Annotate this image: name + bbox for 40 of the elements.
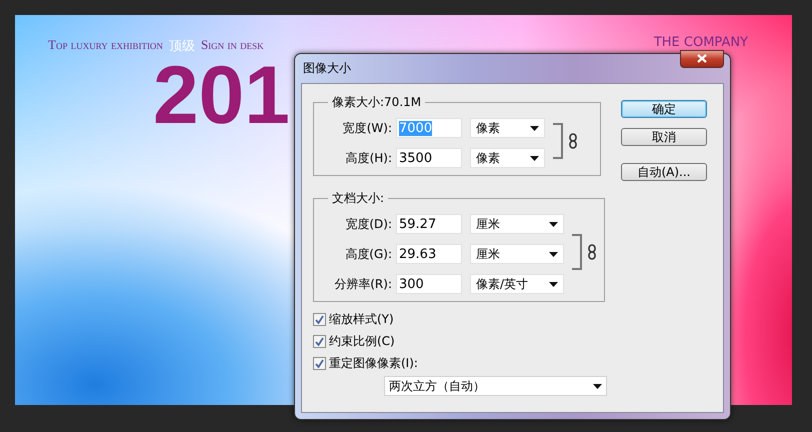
field-label: 宽度(W): xyxy=(342,120,393,136)
field-label: 高度(H): xyxy=(344,150,393,166)
unit-dropdown[interactable]: 像素/英寸 xyxy=(470,274,564,294)
checkbox-label: 约束比例(C) xyxy=(329,333,395,350)
window-title: 图像大小 xyxy=(303,60,351,77)
caret-icon xyxy=(549,222,558,226)
dialog-button[interactable]: 取消 xyxy=(621,128,707,146)
company-name: THE COMPANY xyxy=(654,35,748,50)
value-field[interactable]: 59.27 xyxy=(396,214,462,234)
unit-dropdown[interactable]: 像素 xyxy=(470,118,545,138)
dialog-button[interactable]: 确定 xyxy=(621,100,707,118)
bracket-line xyxy=(572,234,582,270)
close-button[interactable] xyxy=(680,50,724,68)
value-field[interactable]: 3500 xyxy=(396,148,462,168)
bracket-line xyxy=(553,123,563,159)
link-icon xyxy=(569,133,577,149)
group-title: 像素大小:70.1M xyxy=(331,94,422,111)
checkbox-label: 缩放样式(Y) xyxy=(329,311,394,328)
link-icon xyxy=(588,244,596,260)
caret-icon xyxy=(530,126,539,130)
close-icon xyxy=(697,54,707,63)
checkbox[interactable] xyxy=(313,313,326,326)
unit-dropdown[interactable]: 厘米 xyxy=(470,244,564,264)
checkbox[interactable] xyxy=(313,357,326,370)
unit-dropdown[interactable]: 厘米 xyxy=(470,214,564,234)
value-field[interactable]: 300 xyxy=(396,274,462,294)
field-label: 宽度(D): xyxy=(344,216,393,232)
caret-icon xyxy=(530,156,539,160)
group-title: 文档大小: xyxy=(331,190,386,207)
caret-icon xyxy=(549,282,558,286)
caret-icon xyxy=(549,252,558,256)
checkbox[interactable] xyxy=(313,335,326,348)
field-label: 分辨率(R): xyxy=(333,276,393,292)
checkbox-label: 重定图像像素(I): xyxy=(329,355,418,372)
field-label: 高度(G): xyxy=(344,246,393,262)
resample-dropdown[interactable]: 两次立方（自动） xyxy=(384,376,607,396)
unit-dropdown[interactable]: 像素 xyxy=(470,148,545,168)
value-field[interactable]: 29.63 xyxy=(396,244,462,264)
dialog-button[interactable]: 自动(A)... xyxy=(621,163,707,181)
caret-icon xyxy=(593,384,602,388)
